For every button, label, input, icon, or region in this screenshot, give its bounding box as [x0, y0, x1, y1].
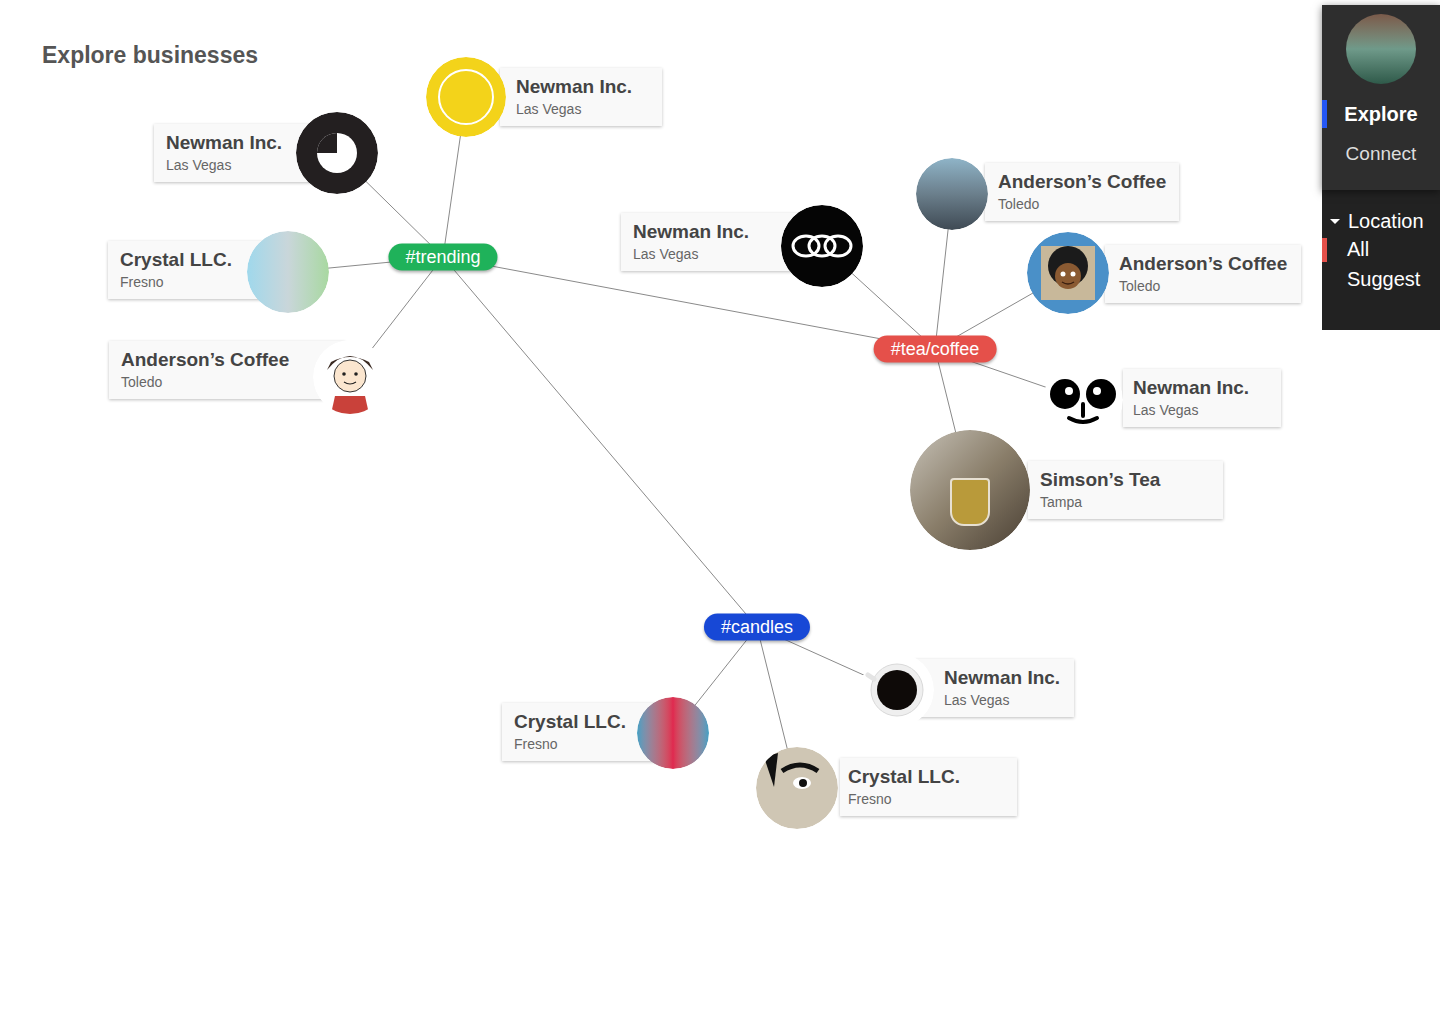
page-title: Explore businesses	[42, 38, 258, 73]
business-avatar[interactable]	[910, 430, 1030, 550]
business-city: Toledo	[1119, 276, 1289, 296]
graph-edge	[443, 257, 757, 627]
business-card[interactable]: Newman Inc.Las Vegas	[915, 659, 1074, 717]
business-name: Anderson’s Coffee	[998, 170, 1167, 194]
filter-selected-marker	[1322, 238, 1327, 262]
business-card[interactable]: Simson’s TeaTampa	[1028, 461, 1223, 519]
business-city: Las Vegas	[166, 155, 290, 175]
business-name: Newman Inc.	[633, 220, 775, 244]
business-city: Las Vegas	[944, 690, 1062, 710]
ccc-logo-icon	[781, 205, 863, 287]
business-avatar[interactable]	[916, 158, 988, 230]
coffee-cup-icon	[860, 653, 934, 727]
profile-avatar[interactable]	[1346, 14, 1416, 84]
business-avatar[interactable]	[756, 747, 838, 829]
business-city: Las Vegas	[516, 99, 650, 119]
business-card[interactable]: Newman Inc.Las Vegas	[1123, 369, 1281, 427]
business-city: Tampa	[1040, 492, 1211, 512]
business-card[interactable]: Anderson’s CoffeeToledo	[1105, 245, 1301, 303]
pie-logo-icon	[296, 112, 378, 194]
business-name: Simson’s Tea	[1040, 468, 1211, 492]
nav-item[interactable]: Explore	[1322, 98, 1440, 130]
business-city: Fresno	[120, 272, 241, 292]
tag-pill[interactable]: #trending	[388, 244, 497, 271]
business-city: Fresno	[848, 789, 1005, 809]
business-city: Fresno	[514, 734, 631, 754]
filter-toggle[interactable]: Location	[1322, 208, 1440, 234]
business-avatar[interactable]	[426, 57, 506, 137]
business-card[interactable]: Anderson’s CoffeeToledo	[985, 163, 1179, 221]
business-name: Anderson’s Coffee	[1119, 252, 1289, 276]
business-name: Newman Inc.	[1133, 376, 1269, 400]
business-card[interactable]: Crystal LLC.Fresno	[840, 758, 1017, 816]
business-avatar[interactable]	[1027, 232, 1109, 314]
business-name: Crystal LLC.	[120, 248, 241, 272]
business-avatar[interactable]	[1043, 360, 1123, 440]
business-name: Anderson’s Coffee	[121, 348, 307, 372]
filter-section: LocationAllSuggest	[1322, 190, 1440, 330]
business-avatar[interactable]	[860, 653, 934, 727]
business-card[interactable]: Newman Inc.Las Vegas	[500, 68, 662, 126]
side-panel: Explore Connect LocationAllSuggest	[1322, 5, 1440, 330]
business-name: Crystal LLC.	[848, 765, 1005, 789]
business-avatar[interactable]	[313, 340, 387, 414]
afro-avatar-icon	[1027, 232, 1109, 314]
caret-down-icon	[1330, 219, 1340, 224]
explore-page: Explore businessesNewman Inc.Las VegasNe…	[0, 0, 1440, 1024]
business-avatar[interactable]	[781, 205, 863, 287]
face-closeup-icon	[756, 747, 838, 829]
nav-selected-marker	[1322, 100, 1327, 128]
cartoon-face-icon	[313, 340, 387, 414]
business-city: Las Vegas	[1133, 400, 1269, 420]
business-card[interactable]: Anderson’s CoffeeToledo	[109, 341, 345, 399]
business-name: Newman Inc.	[516, 75, 650, 99]
business-city: Toledo	[998, 194, 1167, 214]
business-name: Newman Inc.	[944, 666, 1062, 690]
filter-option[interactable]: Suggest	[1322, 266, 1440, 294]
nav-item[interactable]: Connect	[1322, 138, 1440, 170]
tag-pill[interactable]: #candles	[704, 614, 810, 641]
business-avatar[interactable]	[296, 112, 378, 194]
business-avatar[interactable]	[247, 231, 329, 313]
business-avatar[interactable]	[637, 697, 709, 769]
business-city: Toledo	[121, 372, 307, 392]
panda-face-icon	[1043, 360, 1123, 440]
business-name: Crystal LLC.	[514, 710, 631, 734]
filter-option[interactable]: All	[1322, 236, 1440, 264]
business-name: Newman Inc.	[166, 131, 290, 155]
business-city: Las Vegas	[633, 244, 775, 264]
tag-pill[interactable]: #tea/coffee	[874, 336, 997, 363]
nav-section: Explore Connect	[1322, 5, 1440, 190]
